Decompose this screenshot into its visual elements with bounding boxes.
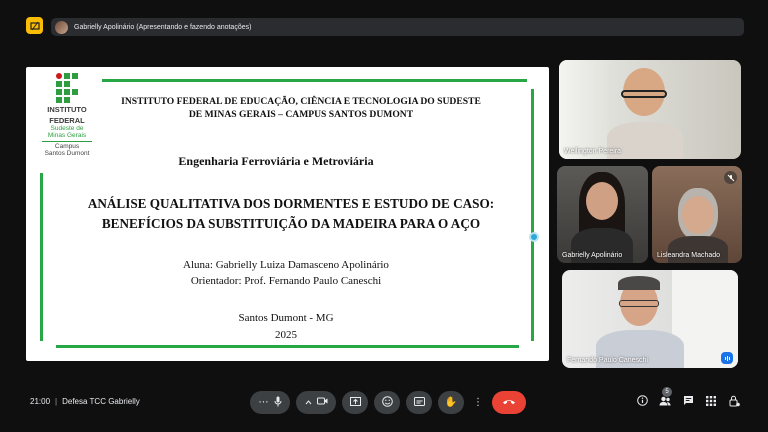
course-name: Engenharia Ferroviária e Metroviária [178,154,374,168]
presenting-text: Gabrielly Apolinário (Apresentando e faz… [74,23,252,31]
divider: | [55,397,58,406]
thesis-title: ANÁLISE QUALITATIVA DOS DORMENTES E ESTU… [87,196,495,231]
present-screen-icon [349,396,361,409]
clock-time: 21:00 [30,397,51,406]
captions-button[interactable] [406,391,432,414]
slide-border-right [531,89,534,341]
slide-border-bottom [56,345,519,348]
hand-icon: ✋ [444,397,458,408]
place-block: Santos Dumont - MG 2025 [186,310,386,344]
institution-name: INSTITUTO FEDERAL DE EDUCAÇÃO, CIÊNCIA E… [121,96,481,120]
microphone-icon[interactable] [274,396,282,410]
end-call-icon [502,397,516,408]
participant-tile[interactable]: Gabrielly Apolinário [557,166,648,263]
logo-text-minas: Minas Gerais [47,132,87,139]
info-icon [636,395,648,409]
participant-face [682,196,714,234]
side-panel-controls: 5 [636,387,740,409]
advisor-name: Orientador: Prof. Fernando Paulo Canesch… [190,275,382,287]
participant-tile[interactable]: Lisleandra Machado [652,166,742,263]
participant-face-front [586,182,618,220]
mic-off-icon [724,171,737,184]
presenter-avatar [55,20,68,34]
glasses-icon [621,90,667,98]
present-screen-button[interactable] [342,391,368,414]
lock-person-icon [729,395,740,410]
captions-icon [413,396,425,409]
logo-text-santos: Santos Dumont [44,150,90,157]
slide-border-top [102,79,527,82]
leave-call-button[interactable] [492,391,526,414]
people-count-badge: 5 [662,387,672,397]
camera-icon[interactable] [316,397,328,408]
participant-name: Wellington Pereira [564,148,622,155]
if-logo-mark [56,73,78,103]
speaking-icon [721,352,733,364]
apps-grid-icon [706,395,716,409]
more-options-button[interactable]: ⋮ [470,391,486,414]
presenting-banner: Gabrielly Apolinário (Apresentando e faz… [51,18,744,36]
chat-button[interactable] [682,395,694,409]
participant-tile[interactable]: Wellington Pereira [559,60,741,159]
shared-slide: INSTITUTO FEDERAL Sudeste de Minas Gerai… [26,67,549,361]
city: Santos Dumont - MG [238,312,334,324]
more-vert-icon: ⋮ [473,397,483,408]
logo-text-campus: Campus [42,141,92,150]
logo-text-federal: FEDERAL [49,116,85,125]
raise-hand-button[interactable]: ✋ [438,391,464,414]
logo-text-instituto: INSTITUTO [47,105,87,114]
glasses-icon [619,300,659,307]
annotation-cursor-icon [529,232,539,242]
meeting-name[interactable]: Defesa TCC Gabrielly [62,397,140,406]
logo-text-sudeste: Sudeste de [50,125,84,132]
participant-tile[interactable]: Fernando Paulo Caneschi [562,270,738,368]
call-controls: ⋯ ✋ ⋮ [250,391,526,414]
chat-icon [683,395,694,409]
audio-control[interactable]: ⋯ [250,391,290,414]
participant-name: Fernando Paulo Caneschi [567,357,648,364]
video-control[interactable] [296,391,336,414]
student-name: Aluna: Gabrielly Luiza Damasceno Apoliná… [183,259,389,271]
presenter-bar: Gabrielly Apolinário (Apresentando e faz… [26,17,744,37]
author-block: Aluna: Gabrielly Luiza Damasceno Apoliná… [126,257,446,289]
participant-name: Gabrielly Apolinário [562,252,623,259]
more-audio-options-icon[interactable]: ⋯ [259,397,269,408]
host-controls-button[interactable] [728,395,740,409]
year: 2025 [275,329,297,341]
people-button[interactable]: 5 [659,387,672,409]
window-background [559,60,609,159]
emoji-icon [381,395,393,410]
participant-name: Lisleandra Machado [657,252,721,259]
reactions-button[interactable] [374,391,400,414]
meeting-info: 21:00 | Defesa TCC Gabrielly [30,397,140,406]
slide-border-left [40,173,43,341]
chevron-up-icon[interactable] [305,397,312,408]
meeting-details-button[interactable] [636,395,648,409]
activities-button[interactable] [705,395,717,409]
participant-hair [618,276,660,290]
if-logo: INSTITUTO FEDERAL Sudeste de Minas Gerai… [36,73,98,173]
people-icon [659,396,671,409]
presentation-icon[interactable] [26,17,43,34]
